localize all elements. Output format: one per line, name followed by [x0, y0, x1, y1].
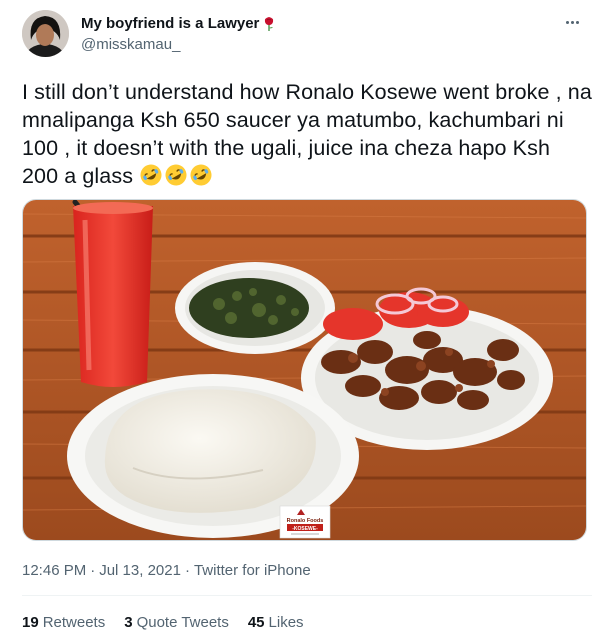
tweet-header: My boyfriend is a Lawyer @misskamau_: [22, 10, 592, 58]
rolling-on-floor-laughing-icon: [165, 164, 187, 186]
tweet-stats: 19 Retweets 3 Quote Tweets 45 Likes: [22, 614, 304, 631]
tweet-text: I still don’t understand how Ronalo Kose…: [22, 78, 592, 190]
photo-logo-line1: Ronalo Foods: [287, 518, 324, 524]
tweet-date[interactable]: Jul 13, 2021: [99, 562, 181, 579]
divider: [22, 595, 592, 596]
tweet-time[interactable]: 12:46 PM: [22, 562, 86, 579]
tweet: My boyfriend is a Lawyer @misskamau_ I s…: [0, 0, 601, 641]
emoji-group: [139, 164, 214, 188]
quotes-label: Quote Tweets: [136, 614, 229, 631]
quote-tweets-stat[interactable]: 3 Quote Tweets: [124, 614, 229, 631]
meta-separator: ·: [184, 562, 190, 579]
tweet-photo[interactable]: Ronalo Foods -KOSEWE-: [22, 199, 587, 541]
likes-stat[interactable]: 45 Likes: [248, 614, 304, 631]
quotes-count: 3: [124, 614, 133, 631]
tweet-meta: 12:46 PM · Jul 13, 2021 · Twitter for iPhone: [22, 562, 311, 579]
display-name[interactable]: My boyfriend is a Lawyer: [81, 14, 275, 34]
user-handle[interactable]: @misskamau_: [81, 35, 275, 55]
retweets-count: 19: [22, 614, 39, 631]
tweet-source[interactable]: Twitter for iPhone: [194, 562, 311, 579]
photo-logo-line2: -KOSEWE-: [292, 526, 318, 532]
avatar[interactable]: [22, 10, 69, 57]
likes-count: 45: [247, 614, 265, 631]
rolling-on-floor-laughing-icon: [140, 164, 162, 186]
meta-separator: ·: [90, 562, 96, 579]
rose-icon: [265, 17, 274, 31]
retweets-stat[interactable]: 19 Retweets: [22, 614, 105, 631]
rolling-on-floor-laughing-icon: [190, 164, 212, 186]
more-options-icon[interactable]: [560, 12, 584, 32]
display-name-text: My boyfriend is a Lawyer: [81, 15, 260, 32]
retweets-label: Retweets: [42, 614, 106, 631]
likes-label: Likes: [268, 614, 304, 631]
user-name-block: My boyfriend is a Lawyer @misskamau_: [81, 14, 275, 55]
tweet-body: I still don’t understand how Ronalo Kose…: [22, 80, 592, 188]
